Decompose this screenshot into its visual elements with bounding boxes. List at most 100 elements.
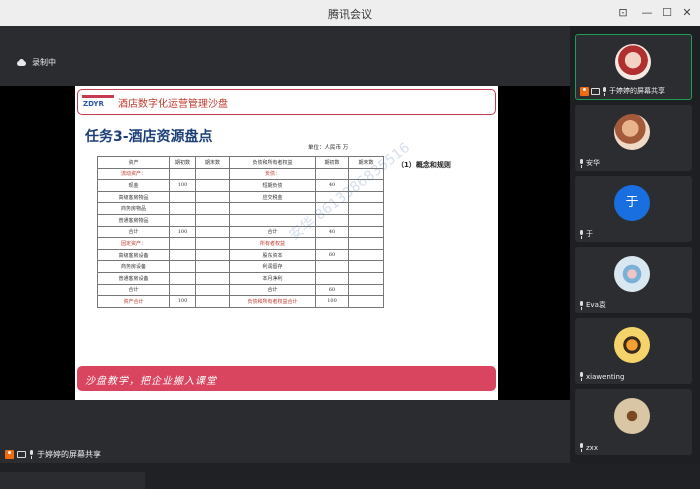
close-icon[interactable]: ✕ [678, 4, 696, 22]
table-cell: 高级客房设备 [97, 248, 170, 262]
table-cell: 资产合计 [97, 295, 170, 308]
company-logo: ZDYR [82, 95, 114, 109]
table-cell [169, 283, 196, 297]
slide-footer-text: 沙盘教学，把企业搬入课堂 [85, 376, 217, 387]
table-cell: 现金 [97, 179, 170, 192]
participant-name: 安华 [586, 159, 600, 167]
table-cell [195, 271, 230, 285]
table-cell: 资产 [97, 156, 170, 169]
table-cell [348, 213, 384, 227]
mic-icon [579, 372, 584, 381]
stage-toolbar: 录制中 [0, 26, 570, 84]
participant-tile[interactable]: 于于 [575, 176, 692, 242]
mic-icon [602, 86, 607, 96]
table-cell: 短期负债 [229, 179, 316, 192]
table-cell [169, 237, 196, 250]
participant-name: Eva袁 [586, 301, 606, 309]
table-cell: 合计 [97, 283, 170, 297]
table-row: 普通客房物品 [97, 213, 384, 227]
participant-name: xiawenting [586, 372, 625, 381]
table-cell [195, 283, 230, 297]
table-cell [169, 213, 196, 227]
mic-icon [579, 443, 584, 452]
concept-heading: （1）概念和规则 [397, 161, 451, 169]
table-row: 流动资产： 负债： [97, 167, 384, 181]
table-cell [195, 237, 230, 250]
slide-header: ZDYR 酒店数字化运营管理沙盘 [77, 89, 496, 115]
table-cell: 期初数 [315, 156, 349, 169]
meeting-window: 腾讯会议 ⊡ — ☐ ✕ 录制中 ZDYR 酒店数字化运营管理沙盘 任务3-酒店 [0, 0, 700, 489]
table-cell [348, 202, 384, 215]
table-cell [315, 237, 349, 250]
participant-name-bar: 于 [579, 229, 593, 239]
table-cell [348, 260, 384, 273]
table-cell: 利润留存 [229, 260, 316, 273]
table-cell: 期末数 [195, 156, 230, 169]
avatar: 于 [614, 185, 650, 221]
participant-tile[interactable]: zxx [575, 389, 692, 455]
table-cell [348, 271, 384, 285]
table-cell: 100 [169, 225, 196, 239]
slide-footer: 沙盘教学，把企业搬入课堂 [77, 366, 496, 391]
maximize-icon[interactable]: ☐ [658, 4, 676, 22]
minimize-icon[interactable]: — [638, 4, 656, 22]
participant-tile[interactable]: 于婷婷的屏幕共享 [575, 34, 692, 100]
table-row: 高级客房设备 股东资本 60 [97, 248, 384, 262]
table-cell [195, 190, 230, 204]
table-row: 合计 合计 60 [97, 283, 384, 297]
table-cell [195, 295, 230, 308]
table-cell [169, 260, 196, 273]
avatar [614, 398, 650, 434]
table-cell [169, 190, 196, 204]
table-cell [169, 248, 196, 262]
table-cell [169, 167, 196, 181]
table-cell [348, 225, 384, 239]
table-header-row: 资产 期初数 期末数 负债和所有者权益 期初数 期末数 [97, 156, 384, 169]
participant-name-bar: 于婷婷的屏幕共享 [580, 86, 665, 96]
mic-icon [579, 300, 584, 310]
participant-name: zxx [586, 443, 598, 452]
screen-share-icon [17, 451, 26, 458]
table-cell: 本月净利 [229, 271, 316, 285]
mic-icon [29, 450, 34, 459]
table-cell [229, 202, 316, 215]
avatar [614, 256, 650, 292]
table-cell [315, 167, 349, 181]
participant-tile[interactable]: Eva袁 [575, 247, 692, 313]
participant-name-bar: zxx [579, 443, 598, 452]
recording-label: 录制中 [32, 58, 56, 67]
host-icon [580, 86, 589, 96]
table-cell: 流动资产： [97, 167, 170, 181]
currency-unit: 单位：人民币 万 [308, 145, 349, 151]
table-cell: 股东资本 [229, 248, 316, 262]
screen-share-icon [591, 87, 600, 95]
avatar [614, 114, 650, 150]
table-cell: 100 [315, 295, 349, 308]
cloud-record-icon [16, 59, 27, 66]
table-cell [348, 283, 384, 297]
participant-name: 于婷婷的屏幕共享 [609, 87, 665, 95]
participant-name: 于 [586, 230, 593, 238]
table-cell: 高级客房物品 [97, 190, 170, 204]
table-cell [195, 202, 230, 215]
recording-indicator[interactable]: 录制中 [16, 57, 56, 68]
participant-tile[interactable]: 安华 [575, 105, 692, 171]
table-cell [348, 237, 384, 250]
table-cell: 负债和所有者权益 [229, 156, 316, 169]
table-row: 固定资产： 所有者权益 [97, 237, 384, 250]
host-icon [5, 450, 14, 459]
task-title: 任务3-酒店资源盘点 [85, 129, 213, 145]
shared-screen-label: 于婷婷的屏幕共享 [5, 449, 101, 460]
table-row: 资产合计 100 负债和所有者权益合计 100 [97, 295, 384, 308]
participant-tile[interactable]: xiawenting [575, 318, 692, 384]
table-cell: 60 [315, 283, 349, 297]
table-cell [169, 271, 196, 285]
share-status-bar [0, 472, 145, 489]
title-bar: 腾讯会议 ⊡ — ☐ ✕ [0, 0, 700, 26]
table-cell [315, 260, 349, 273]
table-cell [195, 248, 230, 262]
pin-icon[interactable]: ⊡ [614, 4, 632, 22]
table-cell: 负债： [229, 167, 316, 181]
table-cell: 商务房设备 [97, 260, 170, 273]
table-cell [315, 271, 349, 285]
